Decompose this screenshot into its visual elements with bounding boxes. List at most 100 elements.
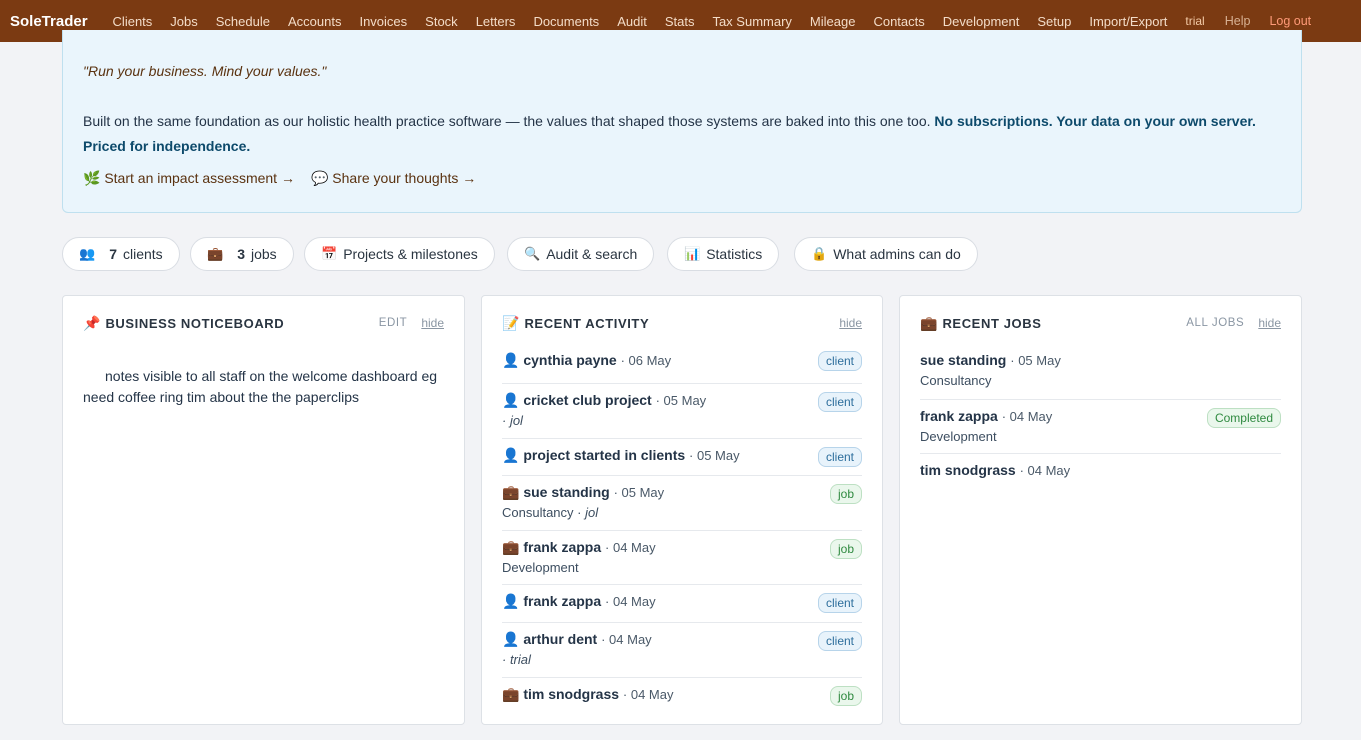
briefcase-icon: 💼 — [502, 539, 520, 555]
nav-invoices[interactable]: Invoices — [359, 14, 407, 29]
job-name: tim snodgrass — [920, 462, 1016, 478]
job-type: Consultancy — [920, 373, 992, 388]
all-jobs-link[interactable]: ALL JOBS — [1186, 317, 1244, 329]
nav-setup[interactable]: Setup — [1037, 14, 1071, 29]
recent-jobs-card: 💼 RECENT JOBS ALL JOBS hide sue standing… — [899, 295, 1302, 725]
nav-help[interactable]: Help — [1225, 14, 1251, 28]
jobs-header: 💼 RECENT JOBS ALL JOBS hide — [920, 313, 1281, 333]
nav-jobs[interactable]: Jobs — [170, 14, 197, 29]
projects-pill[interactable]: 📅 Projects & milestones — [304, 237, 495, 271]
nav-clients[interactable]: Clients — [113, 14, 153, 29]
nav-tax-summary[interactable]: Tax Summary — [712, 14, 791, 29]
job-date: · 05 May — [1010, 353, 1061, 368]
activity-date: · 04 May — [605, 594, 656, 609]
activity-tag: job — [829, 484, 862, 504]
activity-tag: job — [829, 686, 862, 706]
share-thoughts-link[interactable]: 💬 Share your thoughts → — [311, 170, 476, 187]
jobs-pill-label: jobs — [250, 246, 277, 262]
noticeboard-header: 📌 BUSINESS NOTICEBOARD EDIT hide — [83, 313, 444, 333]
banner-links: 🌿 Start an impact assessment → 💬 Share y… — [83, 170, 492, 187]
jobs-title: RECENT JOBS — [942, 315, 1042, 331]
client-icon: 👤 — [502, 352, 520, 368]
activity-sub: Development — [502, 560, 579, 575]
job-row[interactable]: sue standing · 05 May Consultancy — [920, 346, 1281, 400]
nav-stock[interactable]: Stock — [425, 14, 458, 29]
noticeboard-edit-button[interactable]: EDIT — [379, 317, 408, 329]
activity-name: cynthia payne — [523, 352, 617, 368]
calendar-icon: 📅 — [321, 246, 338, 261]
nav-letters[interactable]: Letters — [476, 14, 516, 29]
nav-import-export[interactable]: Import/Export — [1089, 14, 1167, 29]
nav-stats[interactable]: Stats — [665, 14, 695, 29]
client-icon: 👤 — [502, 593, 520, 609]
activity-name: arthur dent — [523, 631, 598, 647]
nav-development[interactable]: Development — [943, 14, 1020, 29]
activity-name: frank zappa — [523, 539, 602, 555]
activity-date: · 04 May — [601, 632, 652, 647]
job-date: · 04 May — [1019, 463, 1071, 478]
memo-icon: 📝 — [502, 314, 520, 331]
job-type: Development — [920, 429, 997, 444]
clients-pill[interactable]: 👥 7 clients — [62, 237, 180, 271]
nav-audit[interactable]: Audit — [617, 14, 647, 29]
jobs-list: sue standing · 05 May Consultancy frank … — [920, 346, 1281, 490]
job-row[interactable]: frank zappa · 04 May Development Complet… — [920, 400, 1281, 454]
job-name: sue standing — [920, 352, 1007, 368]
briefcase-icon: 💼 — [920, 314, 938, 331]
activity-tag: job — [829, 539, 862, 559]
impact-assessment-link[interactable]: 🌿 Start an impact assessment → — [83, 170, 295, 187]
activity-tag: client — [817, 593, 862, 613]
activity-name: frank zappa — [523, 593, 602, 609]
nav-trial[interactable]: trial — [1185, 14, 1204, 28]
speech-bubble-icon: 💬 — [310, 170, 329, 186]
jobs-pill[interactable]: 💼 3 jobs — [190, 237, 294, 271]
nav-logout[interactable]: Log out — [1269, 14, 1311, 28]
activity-row[interactable]: 👤 arthur dent · 04 May · trial client — [502, 623, 862, 678]
nav-mileage[interactable]: Mileage — [810, 14, 856, 29]
nav-contacts[interactable]: Contacts — [873, 14, 924, 29]
lock-icon: 🔒 — [811, 246, 828, 261]
pushpin-icon: 📌 — [83, 314, 101, 331]
activity-row[interactable]: 👤 cricket club project · 05 May · jol cl… — [502, 384, 862, 439]
job-row[interactable]: tim snodgrass · 04 May — [920, 454, 1281, 490]
activity-row[interactable]: 💼 sue standing · 05 May Consultancy · jo… — [502, 476, 862, 531]
activity-hide-link[interactable]: hide — [839, 316, 862, 330]
nav-documents[interactable]: Documents — [533, 14, 599, 29]
recent-activity-card: 📝 RECENT ACTIVITY hide 👤 cynthia payne ·… — [481, 295, 883, 725]
activity-sub: · trial — [502, 652, 531, 667]
activity-row[interactable]: 💼 tim snodgrass · 04 May job — [502, 678, 862, 714]
bar-chart-icon: 📊 — [684, 246, 701, 261]
noticeboard-hide-link[interactable]: hide — [421, 316, 444, 330]
job-name: frank zappa — [920, 408, 998, 424]
activity-date: · 04 May — [622, 687, 674, 702]
activity-tag: client — [817, 447, 862, 467]
activity-row[interactable]: 💼 frank zappa · 04 May Development job — [502, 531, 862, 585]
activity-tag: client — [817, 631, 862, 651]
audit-pill[interactable]: 🔍 Audit & search — [507, 237, 655, 271]
share-thoughts-label: Share your thoughts → — [332, 170, 477, 186]
activity-name: project started in clients — [523, 447, 686, 463]
admins-pill[interactable]: 🔒 What admins can do — [794, 237, 978, 271]
activity-row[interactable]: 👤 frank zappa · 04 May client — [502, 585, 862, 623]
activity-name: cricket club project — [523, 392, 652, 408]
brand-logo[interactable]: SoleTrader — [10, 13, 88, 30]
nav-accounts[interactable]: Accounts — [288, 14, 341, 29]
activity-row[interactable]: 👤 cynthia payne · 06 May client — [502, 346, 862, 384]
statistics-pill-label: Statistics — [706, 246, 763, 262]
people-icon: 👥 — [79, 246, 96, 261]
activity-tag: client — [817, 392, 862, 412]
briefcase-icon: 💼 — [207, 246, 224, 261]
activity-row[interactable]: 👤 project started in clients · 05 May cl… — [502, 439, 862, 476]
noticeboard-card: 📌 BUSINESS NOTICEBOARD EDIT hide notes v… — [62, 295, 465, 725]
activity-title: RECENT ACTIVITY — [524, 315, 650, 331]
statistics-pill[interactable]: 📊 Statistics — [667, 237, 780, 271]
projects-pill-label: Projects & milestones — [343, 246, 478, 262]
nav-schedule[interactable]: Schedule — [216, 14, 270, 29]
job-date: · 04 May — [1001, 409, 1053, 424]
jobs-count: 3 — [237, 246, 245, 262]
jobs-hide-link[interactable]: hide — [1258, 316, 1281, 330]
clients-count: 7 — [109, 246, 117, 262]
noticeboard-title: BUSINESS NOTICEBOARD — [105, 315, 285, 331]
activity-header: 📝 RECENT ACTIVITY hide — [502, 313, 862, 333]
audit-pill-label: Audit & search — [546, 246, 638, 262]
